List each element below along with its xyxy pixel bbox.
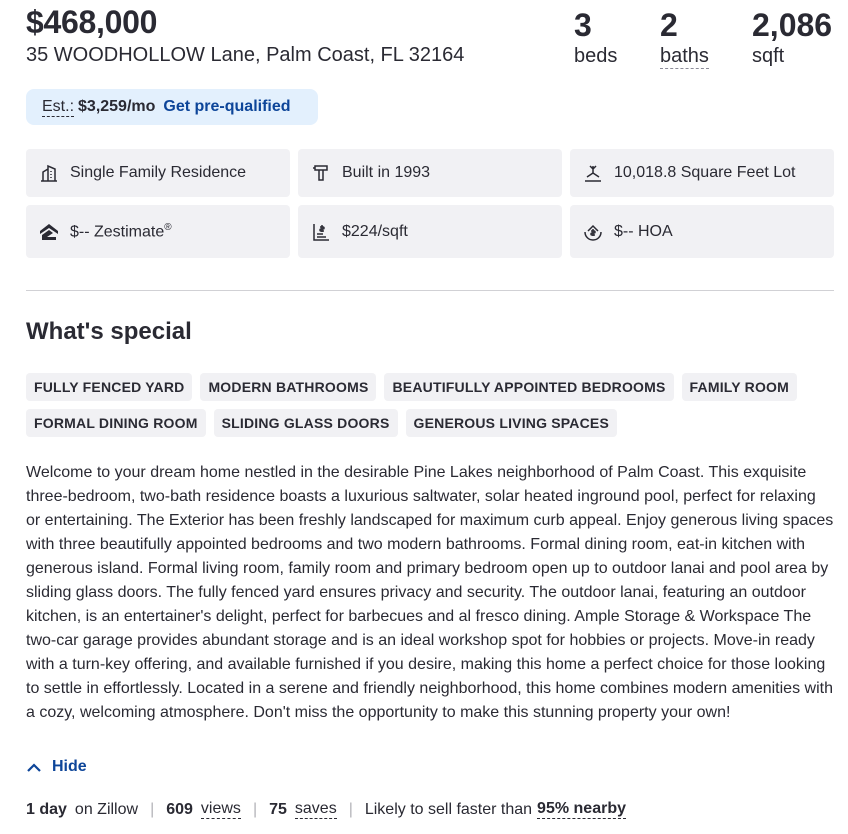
fact-year-built: Built in 1993 — [298, 149, 562, 197]
fact-hoa: $-- HOA — [570, 205, 834, 258]
special-tag: SLIDING GLASS DOORS — [213, 409, 398, 437]
fact-lot-size: 10,018.8 Square Feet Lot — [570, 149, 834, 197]
fact-home-type-text: Single Family Residence — [70, 164, 247, 181]
baths-label[interactable]: baths — [660, 44, 709, 69]
fact-home-type: Single Family Residence — [26, 149, 290, 197]
fact-zestimate: $-- Zestimate® — [26, 205, 290, 258]
fact-hoa-text: $-- HOA — [614, 222, 673, 240]
sqft-stat: 2,086 sqft — [752, 6, 832, 68]
views-label[interactable]: views — [200, 800, 241, 819]
listing-price: $468,000 — [26, 4, 158, 40]
stat-separator: | — [150, 800, 155, 818]
fact-lot-size-text: 10,018.8 Square Feet Lot — [614, 164, 796, 181]
special-tag: FAMILY ROOM — [681, 373, 797, 401]
fact-price-per-sqft-text: $224/sqft — [342, 222, 408, 240]
saves-value: 75 — [269, 800, 287, 818]
estimate-value: $3,259/mo — [78, 98, 156, 115]
special-tag: FORMAL DINING ROOM — [26, 409, 206, 437]
baths-value: 2 — [660, 7, 678, 43]
special-tag: BEAUTIFULLY APPOINTED BEDROOMS — [384, 373, 674, 401]
facts-grid: Single Family Residence Built in 1993 10… — [26, 149, 834, 258]
chevron-up-icon — [27, 763, 41, 772]
sqft-label: sqft — [752, 45, 785, 67]
fact-zestimate-text[interactable]: $-- Zestimate® — [70, 222, 172, 241]
beds-label: beds — [574, 45, 618, 67]
fact-price-per-sqft: $224/sqft — [298, 205, 562, 258]
listing-address: 35 WOODHOLLOW Lane, Palm Coast, FL 32164 — [26, 44, 465, 66]
hide-description-button[interactable]: Hide — [26, 758, 87, 776]
whats-special-heading: What's special — [26, 318, 192, 345]
special-tag: GENEROUS LIVING SPACES — [405, 409, 618, 437]
beds-value: 3 — [574, 7, 592, 43]
stat-separator: | — [252, 800, 258, 818]
listing-activity-stats: 1 day on Zillow | 609 views | 75 saves |… — [26, 800, 834, 819]
listing-description: Welcome to your dream home nestled in th… — [26, 464, 834, 721]
likely-to-sell-value[interactable]: 95% nearby — [537, 800, 626, 819]
zestimate-icon — [38, 221, 60, 243]
hammer-icon — [310, 162, 332, 184]
estimated-payment-banner: Est.: $3,259/mo Get pre-qualified — [26, 89, 318, 125]
fact-year-built-text: Built in 1993 — [342, 164, 431, 181]
saves-label[interactable]: saves — [294, 800, 337, 819]
price-per-sqft-icon — [310, 221, 332, 243]
hoa-icon — [582, 221, 604, 243]
stat-separator: | — [348, 800, 353, 818]
likely-to-sell-text: Likely to sell faster than — [364, 800, 533, 818]
baths-stat[interactable]: 2 baths — [660, 6, 709, 69]
lot-size-icon — [582, 162, 604, 184]
hide-label: Hide — [52, 758, 87, 775]
special-tag: FULLY FENCED YARD — [26, 373, 193, 401]
section-divider — [26, 290, 834, 291]
sqft-value: 2,086 — [752, 7, 833, 43]
special-tag: MODERN BATHROOMS — [200, 373, 377, 401]
days-on-zillow-label: on Zillow — [74, 800, 139, 818]
get-prequalified-link[interactable]: Get pre-qualified — [163, 98, 290, 116]
views-value: 609 — [166, 800, 193, 818]
estimate-label[interactable]: Est.: — [42, 98, 75, 117]
days-on-zillow-value: 1 day — [26, 800, 67, 818]
special-tags: FULLY FENCED YARD MODERN BATHROOMS BEAUT… — [26, 373, 834, 437]
building-icon — [38, 162, 60, 184]
beds-stat: 3 beds — [574, 6, 617, 68]
